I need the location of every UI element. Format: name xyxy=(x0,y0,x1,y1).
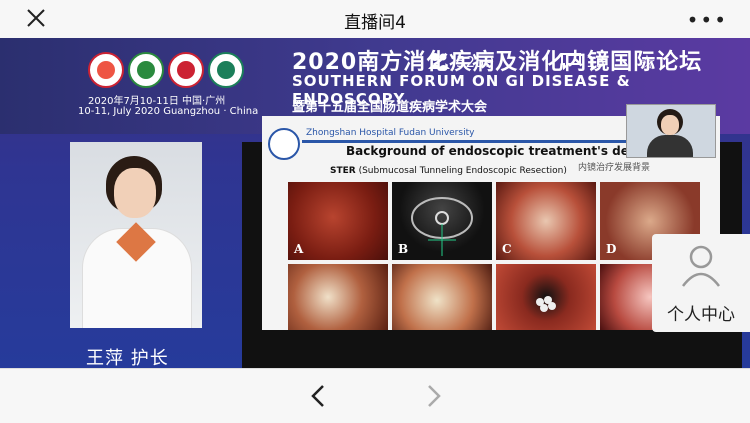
more-icon[interactable]: ••• xyxy=(687,8,728,32)
comment-count-value: 13 xyxy=(586,53,606,71)
ster-desc: (Submucosal Tunneling Endoscopic Resecti… xyxy=(358,166,567,176)
endoscopy-image: A xyxy=(288,182,388,260)
user-center-button[interactable]: 个人中心 xyxy=(652,234,750,332)
conference-subtitle: 暨第十五届全国肠道疾病学术大会 xyxy=(292,100,488,115)
sponsor-logos xyxy=(88,52,244,88)
comment-icon xyxy=(561,53,581,71)
presenter-pip-video[interactable] xyxy=(626,104,716,158)
panel-label: C xyxy=(502,242,512,256)
endoscopy-image-grid: A B C D xyxy=(288,182,702,330)
logo-icon xyxy=(168,52,204,88)
endoscopy-image xyxy=(496,264,596,330)
panel-label: D xyxy=(606,242,617,256)
viewers-icon xyxy=(428,53,450,69)
endoscopy-image: C xyxy=(496,182,596,260)
endoscopy-image xyxy=(392,264,492,330)
bottom-nav-bar xyxy=(0,368,750,423)
logo-icon xyxy=(208,52,244,88)
clips-image xyxy=(536,296,556,312)
top-bar: 直播间4 ••• xyxy=(0,0,750,39)
logo-icon xyxy=(88,52,124,88)
ster-label: STER (Submucosal Tunneling Endoscopic Re… xyxy=(330,166,567,176)
window-title: 直播间4 xyxy=(344,13,406,33)
forward-icon[interactable] xyxy=(420,383,446,409)
viewer-count-value: 5259 xyxy=(456,53,495,71)
hospital-logo-icon xyxy=(268,128,300,160)
back-icon[interactable] xyxy=(306,383,332,409)
panel-label: B xyxy=(398,242,409,256)
star-icon[interactable]: ☆ xyxy=(638,50,656,74)
speaker-photo xyxy=(70,142,202,328)
conference-date-cn: 2020年7月10-11日 中国·广州 xyxy=(88,96,226,107)
panel-label: A xyxy=(294,242,304,256)
user-icon xyxy=(682,245,720,287)
ster-abbr: STER xyxy=(330,166,356,176)
user-center-label: 个人中心 xyxy=(667,305,735,325)
speaker-name: 王萍 护长 xyxy=(86,348,169,368)
hospital-name: Zhongshan Hospital Fudan University xyxy=(306,128,475,138)
viewer-count: 5259 xyxy=(428,52,494,71)
conference-date-en: 10-11, July 2020 Guangzhou · China xyxy=(78,106,259,117)
slide-subtitle-cn: 内镜治疗发展背景 xyxy=(578,163,651,173)
endoscopy-image xyxy=(288,264,388,330)
endoscopy-image: B xyxy=(392,182,492,260)
logo-icon xyxy=(128,52,164,88)
comment-count[interactable]: 13 xyxy=(560,52,605,71)
